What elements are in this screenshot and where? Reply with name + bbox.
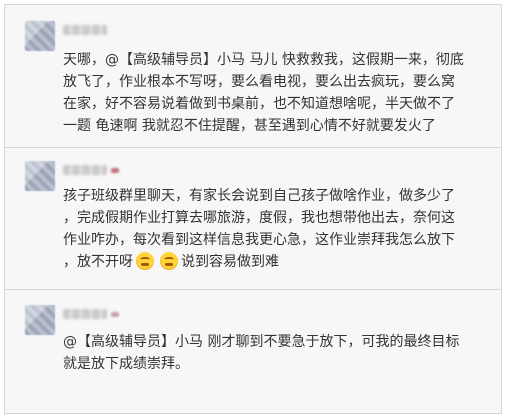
name-mark [111, 168, 119, 173]
message-line: 一题 龟速啊 我就忍不住提醒，甚至遇到心情不好就要发火了 [63, 118, 436, 134]
avatar[interactable] [25, 305, 55, 335]
message-text: 天哪，@【高级辅导员】小马 马儿 快救救我，这假期一来，彻底 放飞了，作业根本不… [63, 49, 491, 137]
message-divider [5, 289, 501, 290]
message-text: @【高级辅导员】小马 刚才聊到不要急于放下，可我的最终目标 就是放下成绩崇拜。 [63, 331, 491, 375]
grimace-emoji-icon [136, 252, 154, 270]
grimace-emoji-icon [160, 252, 178, 270]
message-line: 孩子班级群里聊天，有家长会说到自己孩子做啥作业，做多少了 [63, 188, 455, 204]
message-divider [5, 147, 501, 148]
avatar[interactable] [25, 21, 55, 51]
message-text-fragment: ，放不开呀 [63, 254, 133, 270]
sender-name[interactable] [63, 25, 107, 35]
message-line: ，放不开呀 说到容易做到难 [63, 251, 491, 273]
message-line: 作业咋办，每次看到这样信息我更心急，这作业崇拜我怎么放下 [63, 232, 455, 248]
sender-name[interactable] [63, 165, 107, 175]
message-line: 在家，好不容易说着做到书桌前，也不知道想啥呢，半天做不了 [63, 96, 455, 112]
avatar[interactable] [25, 161, 55, 191]
name-mark [111, 312, 119, 317]
message-line: 天哪，@【高级辅导员】小马 马儿 快救救我，这假期一来，彻底 [63, 52, 464, 68]
message-line: ，完成假期作业打算去哪旅游，度假，我也想带他出去，奈何这 [63, 210, 455, 226]
message-line: @【高级辅导员】小马 刚才聊到不要急于放下，可我的最终目标 [63, 334, 460, 350]
sender-name[interactable] [63, 309, 107, 319]
message-text-fragment: 说到容易做到难 [181, 254, 279, 270]
message-line: 就是放下成绩崇拜。 [63, 356, 189, 372]
message-line: 放飞了，作业根本不写呀，要么看电视，要么出去疯玩，要么窝 [63, 74, 455, 90]
message-text: 孩子班级群里聊天，有家长会说到自己孩子做啥作业，做多少了 ，完成假期作业打算去哪… [63, 185, 491, 273]
chat-panel: 天哪，@【高级辅导员】小马 马儿 快救救我，这假期一来，彻底 放飞了，作业根本不… [4, 4, 502, 414]
